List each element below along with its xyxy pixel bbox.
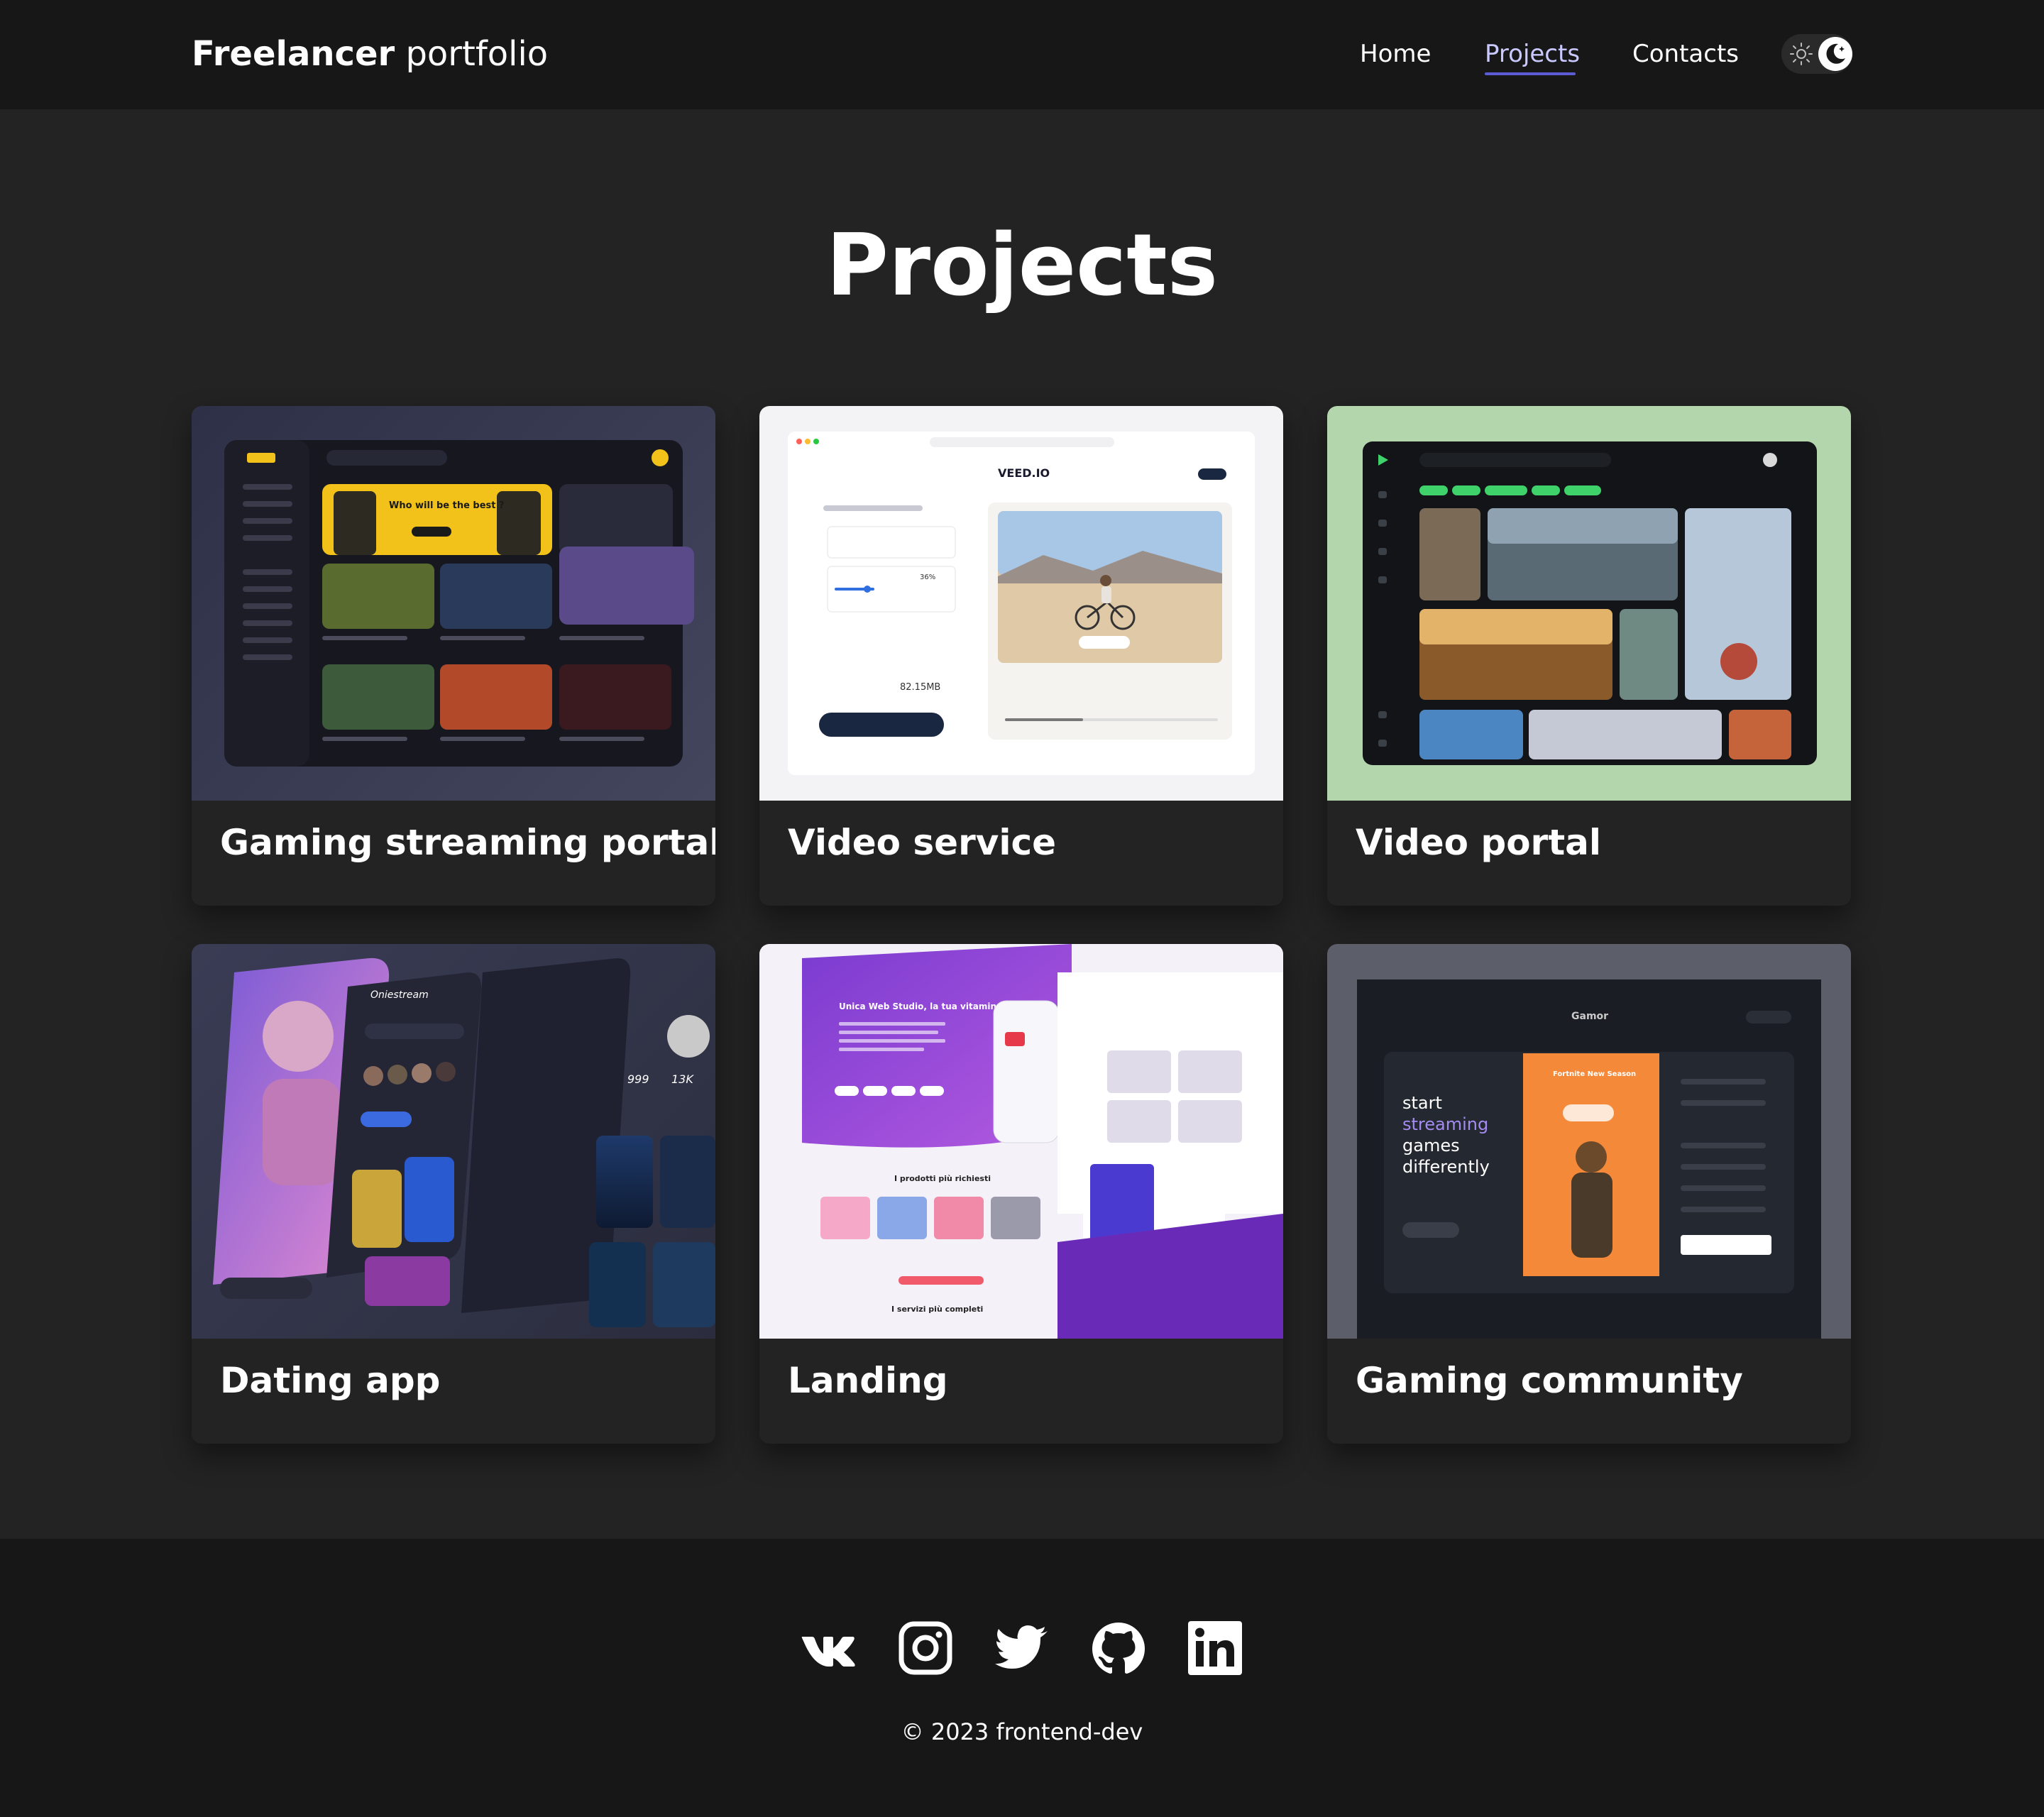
project-title: Dating app xyxy=(220,1360,441,1401)
project-card-dating-app[interactable]: Oniestream 999 13K Dating app xyxy=(192,944,715,1444)
instagram-icon[interactable] xyxy=(897,1620,954,1676)
project-title: Video portal xyxy=(1356,822,1601,863)
project-title: Video service xyxy=(788,822,1057,863)
gamor-tagline-3: games xyxy=(1402,1136,1460,1155)
nav-active-underline xyxy=(1485,72,1576,75)
project-card-landing[interactable]: Unica Web Studio, la tua vitamina social… xyxy=(759,944,1283,1444)
gamor-tagline-1: start xyxy=(1402,1093,1442,1113)
nav-projects[interactable]: Projects xyxy=(1485,37,1580,71)
landing-products-heading: I prodotti più richiesti xyxy=(894,1174,991,1183)
site-footer: © 2023 frontend-dev xyxy=(0,1539,2044,1817)
sun-icon xyxy=(1790,43,1813,65)
main-nav: Home Projects Contacts xyxy=(0,37,2044,79)
nav-home[interactable]: Home xyxy=(1360,37,1431,71)
project-card-gaming-community[interactable]: Gamor start streaming games differently … xyxy=(1327,944,1851,1444)
toggle-knob[interactable] xyxy=(1818,37,1852,71)
copyright-text: © 2023 frontend-dev xyxy=(901,1718,1143,1745)
project-thumbnail: Who will be the best ? xyxy=(192,406,715,801)
nav-contacts[interactable]: Contacts xyxy=(1632,37,1739,71)
project-thumbnail: VEED.IO 36% 82.15MB xyxy=(759,406,1283,801)
project-thumbnail: Oniestream 999 13K xyxy=(192,944,715,1339)
dating-stat-2: 13K xyxy=(671,1072,694,1086)
veed-file-size: 82.15MB xyxy=(900,682,940,693)
github-icon[interactable] xyxy=(1090,1620,1147,1676)
project-title: Landing xyxy=(788,1360,948,1401)
gamor-tagline-2: streaming xyxy=(1402,1114,1488,1134)
project-card-gaming-streaming-portal[interactable]: Who will be the best ? Gaming streaming … xyxy=(192,406,715,906)
project-thumbnail: Gamor start streaming games differently … xyxy=(1327,944,1851,1339)
landing-services-heading: I servizi più completi xyxy=(891,1305,983,1314)
vk-icon[interactable] xyxy=(799,1620,856,1676)
site-header: Freelancer portfolio Home Projects Conta… xyxy=(0,0,2044,109)
project-title: Gaming community xyxy=(1356,1360,1743,1401)
gamor-tagline-4: differently xyxy=(1402,1157,1490,1177)
page-title: Projects xyxy=(825,216,1218,315)
dating-app-name: Oniestream xyxy=(370,989,429,1001)
theme-toggle[interactable] xyxy=(1781,34,1852,74)
dating-stat-1: 999 xyxy=(627,1072,649,1086)
project-thumbnail xyxy=(1327,406,1851,801)
gaming-thumb-heading: Who will be the best ? xyxy=(389,500,505,511)
project-title: Gaming streaming portal xyxy=(220,822,715,863)
veed-percent: 36% xyxy=(920,573,935,581)
veed-logo-text: VEED.IO xyxy=(998,466,1050,480)
moon-icon xyxy=(1826,43,1845,64)
linkedin-icon[interactable] xyxy=(1187,1620,1243,1676)
twitter-icon[interactable] xyxy=(994,1620,1050,1676)
gamor-logo: Gamor xyxy=(1571,1011,1608,1022)
gamor-card-title: Fortnite New Season xyxy=(1553,1070,1636,1078)
project-card-video-service[interactable]: VEED.IO 36% 82.15MB Video service xyxy=(759,406,1283,906)
project-thumbnail: Unica Web Studio, la tua vitamina social… xyxy=(759,944,1283,1339)
project-card-video-portal[interactable]: Video portal xyxy=(1327,406,1851,906)
